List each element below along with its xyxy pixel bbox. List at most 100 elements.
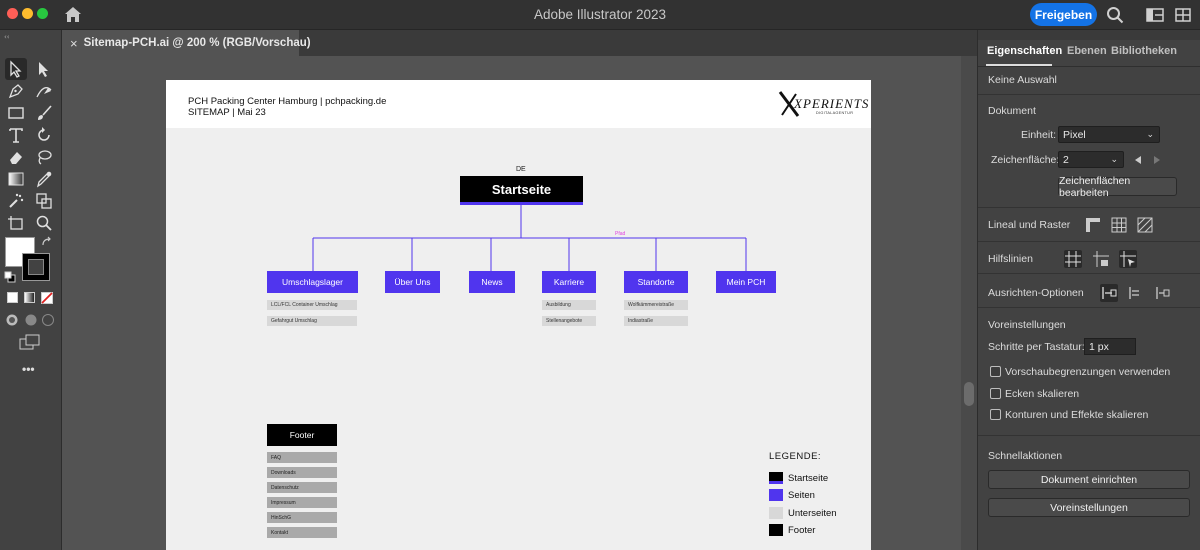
eraser-tool[interactable] [5,146,27,168]
symbol-sprayer-tool[interactable] [5,190,27,212]
page-umschlagslager[interactable]: Umschlagslager [267,271,358,293]
divider [978,307,1200,308]
subpage-lcl-fcl[interactable]: LCL/FCL Container Umschlag [267,300,357,310]
change-screen-mode-icon[interactable] [19,334,41,350]
lasso-tool[interactable] [33,146,55,168]
checkbox-use-preview-bounds[interactable] [990,366,1001,377]
scroll-thumb[interactable] [964,382,974,406]
checkbox-scale-strokes-effects[interactable] [990,409,1001,420]
page-ueber-uns[interactable]: Über Uns [385,271,440,293]
subpage-gefahrgut[interactable]: Gefahrgut Umschlag [267,316,357,326]
artboard-label: Zeichenfläche: [991,154,1060,166]
vertical-scrollbar[interactable] [961,56,977,550]
artboard-select[interactable]: 2 ⌄ [1058,151,1124,168]
tab-eigenschaften[interactable]: Eigenschaften [987,45,1062,57]
color-mode-button[interactable] [7,292,18,303]
page-mein-pch[interactable]: Mein PCH [716,271,776,293]
footer-item-datenschutz[interactable]: Datenschutz [267,482,337,493]
workspace-icon[interactable] [1146,6,1164,24]
edit-artboards-button[interactable]: Zeichenflächen bearbeiten [1058,175,1177,199]
page-karriere[interactable]: Karriere [542,271,596,293]
page-standorte[interactable]: Standorte [624,271,688,293]
subpage-indiastrasse[interactable]: Indiastraße [624,316,688,326]
document-setup-button[interactable]: Dokument einrichten [988,470,1190,489]
next-artboard-icon[interactable] [1153,155,1161,165]
footer-item-hinschg[interactable]: HinSchG [267,512,337,523]
none-mode-icon[interactable] [41,292,53,304]
eyedropper-tool[interactable] [33,168,55,190]
document-tab[interactable]: × Sitemap-PCH.ai @ 200 % (RGB/Vorschau) [63,30,311,56]
legend-swatch-startseite [769,472,783,484]
draw-behind-icon[interactable] [24,313,38,327]
unit-select[interactable]: Pixel ⌄ [1058,126,1160,143]
previous-artboard-icon[interactable] [1134,155,1142,165]
grid-icon[interactable] [1110,216,1128,234]
draw-inside-icon[interactable] [41,313,55,327]
subpage-stellenangebote[interactable]: Stellenangebote [542,316,596,326]
sitemap-connectors [312,205,747,271]
gradient-mode-button[interactable] [24,292,35,303]
artboard-value: 2 [1063,153,1069,166]
document-heading: Dokument [988,105,1036,117]
direct-selection-tool[interactable] [33,58,55,80]
keyboard-increment-input[interactable]: 1 px [1084,338,1136,355]
minimize-window-button[interactable] [22,8,33,19]
panel-collapse-bar[interactable] [978,30,1200,40]
snap-to-point-icon[interactable] [1100,284,1118,302]
divider [978,435,1200,436]
footer-item-downloads[interactable]: Downloads [267,467,337,478]
quick-actions-heading: Schnellaktionen [988,450,1063,462]
rotate-tool[interactable] [33,124,55,146]
artboard-tool[interactable] [5,212,27,234]
more-tools-icon[interactable]: ••• [22,362,35,376]
snap-to-pixel-icon[interactable] [1127,284,1145,302]
subpage-ausbildung[interactable]: Ausbildung [542,300,596,310]
chevron-down-icon: ⌄ [1146,129,1154,139]
rulers-icon[interactable] [1084,216,1102,234]
artboard[interactable]: PCH Packing Center Hamburg | pchpacking.… [166,80,871,550]
zoom-window-button[interactable] [37,8,48,19]
eyedropper-icon [36,171,52,188]
page-news[interactable]: News [469,271,515,293]
close-window-button[interactable] [7,8,18,19]
paintbrush-tool[interactable] [33,102,55,124]
curvature-tool[interactable] [33,80,55,102]
share-button[interactable]: Freigeben [1030,3,1097,26]
footer-item-faq[interactable]: FAQ [267,452,337,463]
footer-item-kontakt[interactable]: Kontakt [267,527,337,538]
stroke-swatch[interactable] [22,253,50,281]
show-guides-icon[interactable] [1064,250,1082,268]
type-tool[interactable] [5,124,27,146]
zoom-tool[interactable] [33,212,55,234]
collapse-toolbox-icon[interactable]: ‹‹ [4,33,14,39]
selection-tool[interactable] [5,58,27,80]
preferences-button[interactable]: Voreinstellungen [988,498,1190,517]
default-colors-icon[interactable] [4,271,16,283]
checkbox-scale-corners[interactable] [990,388,1001,399]
tab-bibliotheken[interactable]: Bibliotheken [1111,45,1177,57]
footer-item-impressum[interactable]: Impressum [267,497,337,508]
pen-tool[interactable] [5,80,27,102]
home-icon[interactable] [64,6,82,23]
startseite-box[interactable]: Startseite [460,176,583,205]
gradient-tool[interactable] [5,168,27,190]
transparency-grid-icon[interactable] [1136,216,1154,234]
arrange-icon[interactable] [1174,6,1192,24]
direct-selection-icon [39,62,48,77]
subpage-wolfkaemmereistrasse[interactable]: Wolfkämmereistraße [624,300,688,310]
close-tab-icon[interactable]: × [70,36,78,51]
lock-guides-icon[interactable] [1092,250,1110,268]
smart-guides-icon[interactable] [1119,250,1137,268]
snap-to-glyph-icon[interactable] [1154,284,1172,302]
tab-ebenen[interactable]: Ebenen [1067,45,1107,57]
swap-icon[interactable] [41,236,53,248]
search-icon[interactable] [1106,6,1124,24]
zoom-icon [36,215,52,231]
draw-normal-icon[interactable] [5,313,19,327]
shape-builder-tool[interactable] [33,190,55,212]
paintbrush-icon [38,105,52,120]
pen-icon [8,84,23,99]
rectangle-tool[interactable] [5,102,27,124]
illustrator-window: Adobe Illustrator 2023 Freigeben ‹‹ ••• … [0,0,1200,550]
footer-box[interactable]: Footer [267,424,337,446]
